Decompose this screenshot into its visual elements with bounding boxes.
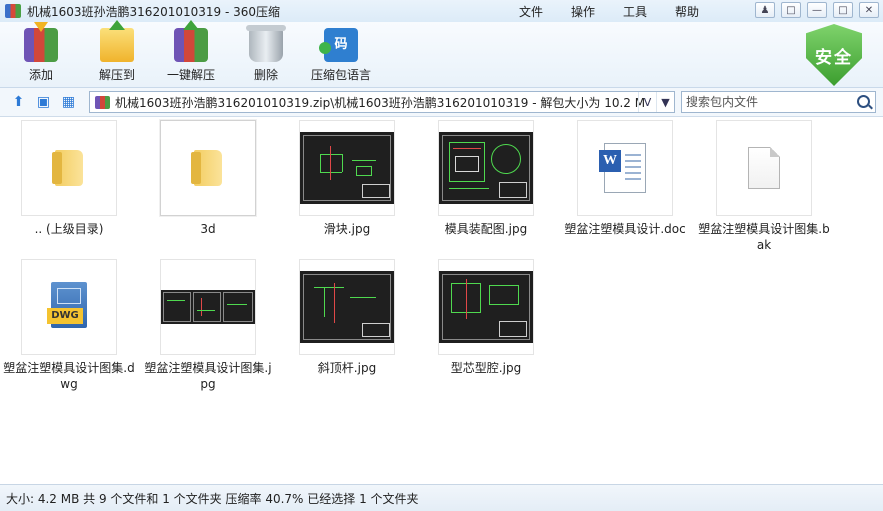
address-bar: ⬆ ▣ ▦ 机械1603班孙浩鹏316201010319.zip\机械1603班… xyxy=(0,88,883,117)
path-dropdown-button[interactable]: V xyxy=(638,92,656,112)
file-thumbnail xyxy=(438,259,534,355)
file-thumbnail xyxy=(160,259,256,355)
file-thumbnail xyxy=(438,120,534,216)
file-name: .. (上级目录) xyxy=(34,222,104,236)
file-name: 塑盆注塑模具设计图集.dwg xyxy=(3,361,135,391)
chevron-down-icon[interactable]: ▼ xyxy=(656,92,674,112)
cad-drawing-thumbnail-icon xyxy=(300,132,394,204)
file-item-mold-assembly-jpg[interactable]: 模具装配图.jpg xyxy=(417,120,555,237)
close-icon[interactable]: ✕ xyxy=(859,2,879,18)
add-archive-icon xyxy=(24,22,58,62)
search-icon[interactable] xyxy=(857,95,870,108)
file-name: 滑块.jpg xyxy=(323,222,371,236)
window-controls: ♟ □ — □ ✕ xyxy=(755,2,879,18)
one-click-label: 一键解压 xyxy=(166,68,215,82)
file-item-drawing-jpg[interactable]: 塑盆注塑模具设计图集.jpg xyxy=(139,259,277,392)
path-box[interactable]: 机械1603班孙浩鹏316201010319.zip\机械1603班孙浩鹏316… xyxy=(89,91,675,113)
up-arrow-icon[interactable]: ⬆ xyxy=(10,94,27,110)
grid-view-icon[interactable]: ▦ xyxy=(60,94,77,110)
add-button[interactable]: 添加 xyxy=(6,22,76,86)
menu-file[interactable]: 文件 xyxy=(505,3,557,20)
file-name: 斜顶杆.jpg xyxy=(317,361,377,375)
archive-path: 机械1603班孙浩鹏316201010319.zip\机械1603班孙浩鹏316… xyxy=(115,95,645,110)
encoding-icon: 码 xyxy=(319,28,358,62)
file-list: .. (上级目录) 3d 滑块.jpg 模具装配图.jpg W 塑盆注塑模具设计… xyxy=(0,118,883,484)
file-item-drawing-dwg[interactable]: DWG 塑盆注塑模具设计图集.dwg xyxy=(0,259,138,392)
folder-icon xyxy=(191,150,222,186)
file-name: 模具装配图.jpg xyxy=(444,222,528,236)
feedback-icon[interactable]: □ xyxy=(781,2,801,18)
file-thumbnail: DWG xyxy=(21,259,117,355)
title-bar: 机械1603班孙浩鹏316201010319 - 360压缩 xyxy=(0,0,883,22)
file-item-angled-ejector-jpg[interactable]: 斜顶杆.jpg xyxy=(278,259,416,376)
file-thumbnail xyxy=(160,120,256,216)
language-label: 压缩包语言 xyxy=(310,68,371,82)
app-icon xyxy=(5,4,21,18)
file-name: 型芯型腔.jpg xyxy=(450,361,522,375)
cad-drawing-thumbnail-icon xyxy=(161,290,255,324)
folder-icon xyxy=(52,150,83,186)
security-label: 安全 xyxy=(815,47,853,68)
file-name: 塑盆注塑模具设计.doc xyxy=(564,222,686,236)
file-thumbnail: W xyxy=(577,120,673,216)
word-document-icon: W xyxy=(599,143,646,193)
cad-drawing-thumbnail-icon xyxy=(439,132,533,204)
archive-language-button[interactable]: 码 压缩包语言 xyxy=(306,26,376,86)
menu-help[interactable]: 帮助 xyxy=(661,3,713,20)
menu-bar: 文件 操作 工具 帮助 xyxy=(505,0,713,22)
file-name: 塑盆注塑模具设计图集.bak xyxy=(698,222,830,252)
file-thumbnail xyxy=(21,120,117,216)
file-name: 3d xyxy=(200,222,216,236)
file-thumbnail xyxy=(299,259,395,355)
file-name: 塑盆注塑模具设计图集.jpg xyxy=(144,361,272,391)
status-bar: 大小: 4.2 MB 共 9 个文件和 1 个文件夹 压缩率 40.7% 已经选… xyxy=(0,484,883,511)
one-click-extract-icon xyxy=(174,20,208,62)
file-item-parent-directory[interactable]: .. (上级目录) xyxy=(0,120,138,237)
window-title: 机械1603班孙浩鹏316201010319 - 360压缩 xyxy=(27,4,281,19)
zip-archive-icon xyxy=(95,95,110,109)
skin-icon[interactable]: ♟ xyxy=(755,2,775,18)
extract-to-button[interactable]: 解压到 xyxy=(82,20,152,86)
blank-file-icon xyxy=(748,147,780,189)
file-item-design-doc[interactable]: W 塑盆注塑模具设计.doc xyxy=(556,120,694,237)
large-icon-view-icon[interactable]: ▣ xyxy=(35,94,52,110)
file-thumbnail xyxy=(299,120,395,216)
file-item-3d-folder[interactable]: 3d xyxy=(139,120,277,237)
dwg-file-icon: DWG xyxy=(47,282,91,332)
search-input[interactable] xyxy=(682,92,852,112)
cad-drawing-thumbnail-icon xyxy=(300,271,394,343)
cad-drawing-thumbnail-icon xyxy=(439,271,533,343)
trash-icon xyxy=(246,25,286,62)
file-item-core-cavity-jpg[interactable]: 型芯型腔.jpg xyxy=(417,259,555,376)
toolbar: 添加 解压到 一键解压 删除 码 压缩包语言 xyxy=(0,20,883,88)
search-box xyxy=(681,91,876,113)
menu-operation[interactable]: 操作 xyxy=(557,3,609,20)
file-thumbnail xyxy=(716,120,812,216)
file-item-slider-jpg[interactable]: 滑块.jpg xyxy=(278,120,416,237)
menu-tools[interactable]: 工具 xyxy=(609,3,661,20)
maximize-icon[interactable]: □ xyxy=(833,2,853,18)
minimize-icon[interactable]: — xyxy=(807,2,827,18)
extract-label: 解压到 xyxy=(98,68,135,82)
add-label: 添加 xyxy=(28,68,53,82)
file-item-drawing-bak[interactable]: 塑盆注塑模具设计图集.bak xyxy=(695,120,833,253)
delete-label: 删除 xyxy=(253,68,278,82)
delete-button[interactable]: 删除 xyxy=(231,25,301,86)
one-click-extract-button[interactable]: 一键解压 xyxy=(156,20,226,86)
status-text: 大小: 4.2 MB 共 9 个文件和 1 个文件夹 压缩率 40.7% 已经选… xyxy=(6,491,419,506)
extract-folder-icon xyxy=(100,20,134,62)
dwg-tag: DWG xyxy=(47,308,83,324)
